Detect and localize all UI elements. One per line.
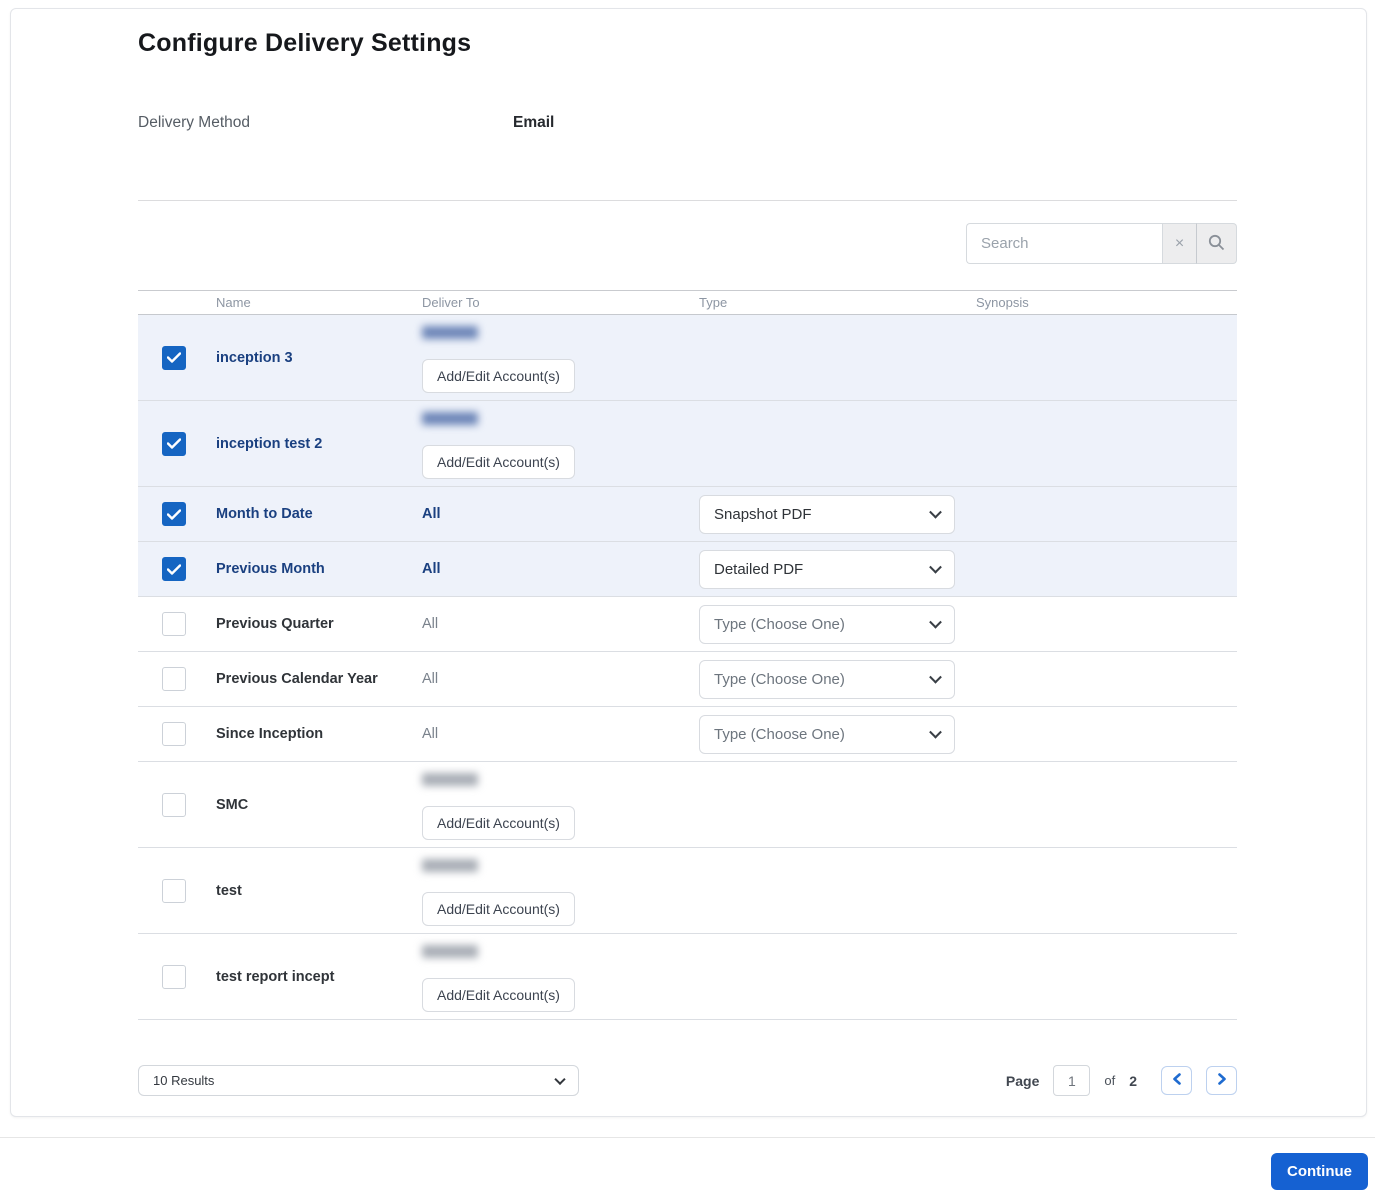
delivery-method-value: Email: [513, 114, 555, 131]
chevron-left-icon: [1172, 1073, 1182, 1088]
row-checkbox[interactable]: [162, 431, 186, 456]
row-name: test report incept: [216, 968, 335, 985]
row-checkbox[interactable]: [162, 878, 186, 903]
table-header: Name Deliver To Type Synopsis: [138, 290, 1237, 315]
row-name: Previous Calendar Year: [216, 671, 378, 687]
search-button[interactable]: [1197, 223, 1237, 264]
close-icon: ×: [1174, 234, 1185, 252]
reports-table: Name Deliver To Type Synopsis inception …: [138, 290, 1237, 1020]
type-select-wrap: Type (Choose One): [699, 714, 955, 754]
add-edit-accounts-button[interactable]: Add/Edit Account(s): [422, 806, 575, 840]
check-icon: [167, 438, 181, 449]
type-select-wrap: Type (Choose One): [699, 659, 955, 699]
row-name: Month to Date: [216, 506, 313, 522]
row-checkbox[interactable]: [162, 722, 186, 746]
row-checkbox[interactable]: [162, 612, 186, 636]
check-icon: [167, 563, 181, 575]
deliver-to-value: All: [422, 671, 439, 687]
section-divider: [138, 200, 1237, 201]
type-select[interactable]: Type (Choose One): [699, 714, 955, 754]
table-row: SMC Add/Edit Account(s): [138, 762, 1237, 848]
row-name: Previous Quarter: [216, 616, 334, 632]
check-icon: [167, 352, 181, 363]
results-per-page-wrap: 10 Results: [138, 1065, 579, 1096]
redacted-recipient: [422, 326, 478, 339]
row-checkbox[interactable]: [162, 964, 186, 989]
previous-page-button[interactable]: [1161, 1066, 1192, 1095]
search-input[interactable]: [966, 223, 1162, 264]
add-edit-accounts-button[interactable]: Add/Edit Account(s): [422, 978, 575, 1012]
row-checkbox[interactable]: [162, 345, 186, 370]
row-checkbox[interactable]: [162, 557, 186, 581]
check-icon: [167, 508, 181, 520]
type-select-wrap: Type (Choose One): [699, 604, 955, 644]
redacted-recipient: [422, 412, 478, 425]
row-checkbox[interactable]: [162, 667, 186, 691]
table-row: Previous Month All Detailed PDF: [138, 542, 1237, 597]
pagination: Page of 2: [1006, 1065, 1237, 1096]
column-header-name: Name: [216, 295, 251, 310]
page-label: Page: [1005, 1072, 1040, 1089]
settings-card: Configure Delivery Settings Delivery Met…: [10, 8, 1367, 1117]
table-row: inception 3 Add/Edit Account(s): [138, 315, 1237, 401]
type-select-wrap: Detailed PDF: [699, 549, 955, 589]
next-page-button[interactable]: [1206, 1066, 1237, 1095]
type-select[interactable]: Detailed PDF: [699, 549, 955, 589]
redacted-recipient: [422, 945, 478, 958]
table-row: inception test 2 Add/Edit Account(s): [138, 401, 1237, 487]
row-name: inception 3: [216, 349, 293, 366]
search-group: ×: [966, 223, 1237, 264]
page-number-input[interactable]: [1053, 1065, 1091, 1096]
row-name: test: [216, 882, 242, 899]
deliver-to-value: All: [422, 726, 439, 742]
row-name: inception test 2: [216, 435, 323, 452]
type-select[interactable]: Snapshot PDF: [699, 494, 955, 534]
redacted-recipient: [422, 859, 478, 872]
table-row: Month to Date All Snapshot PDF: [138, 487, 1237, 542]
chevron-right-icon: [1217, 1073, 1227, 1088]
continue-button[interactable]: Continue: [1271, 1153, 1368, 1190]
table-row: Since Inception All Type (Choose One): [138, 707, 1237, 762]
add-edit-accounts-button[interactable]: Add/Edit Account(s): [422, 445, 575, 479]
row-checkbox[interactable]: [162, 792, 186, 817]
table-row: test report incept Add/Edit Account(s): [138, 934, 1237, 1020]
row-name: SMC: [216, 796, 249, 813]
results-per-page-select[interactable]: 10 Results: [138, 1065, 579, 1096]
deliver-to-value: All: [422, 561, 441, 577]
search-icon: [1208, 234, 1225, 254]
table-row: Previous Calendar Year All Type (Choose …: [138, 652, 1237, 707]
type-select[interactable]: Type (Choose One): [699, 659, 955, 699]
row-name: Since Inception: [216, 726, 324, 742]
delivery-method-row: Delivery Method Email: [138, 114, 1237, 132]
page-title: Configure Delivery Settings: [138, 29, 472, 57]
delivery-method-label: Delivery Method: [138, 114, 250, 131]
row-name: Previous Month: [216, 561, 325, 577]
column-header-synopsis: Synopsis: [976, 295, 1029, 310]
add-edit-accounts-button[interactable]: Add/Edit Account(s): [422, 359, 575, 393]
clear-search-button[interactable]: ×: [1162, 223, 1197, 264]
of-label: of: [1104, 1073, 1116, 1088]
column-header-type: Type: [699, 295, 728, 310]
column-header-deliver-to: Deliver To: [422, 295, 480, 310]
add-edit-accounts-button[interactable]: Add/Edit Account(s): [422, 892, 575, 926]
redacted-recipient: [422, 773, 478, 786]
row-checkbox[interactable]: [162, 502, 186, 526]
type-select[interactable]: Type (Choose One): [699, 604, 955, 644]
type-select-wrap: Snapshot PDF: [699, 494, 955, 534]
total-pages: 2: [1129, 1072, 1137, 1089]
deliver-to-value: All: [422, 506, 441, 522]
deliver-to-value: All: [422, 616, 439, 632]
table-row: Previous Quarter All Type (Choose One): [138, 597, 1237, 652]
table-row: test Add/Edit Account(s): [138, 848, 1237, 934]
